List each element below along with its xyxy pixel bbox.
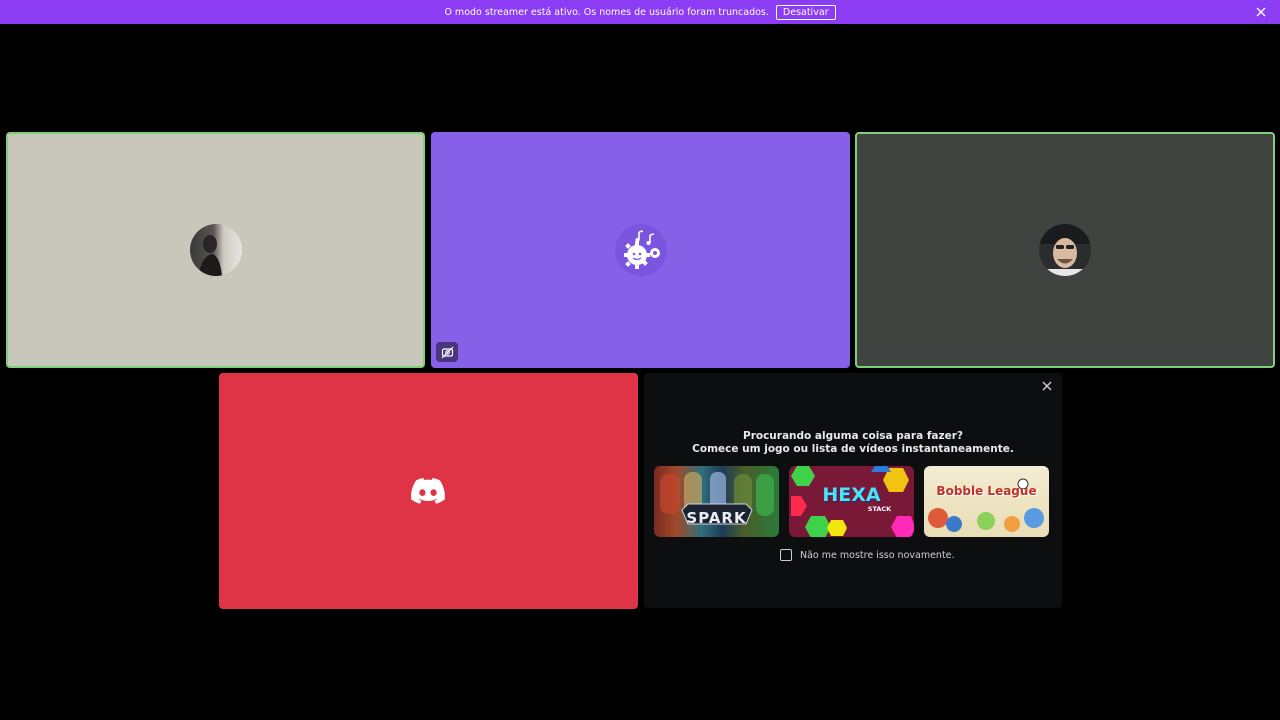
camera-off-icon (441, 346, 453, 358)
video-tile-user-1[interactable] (6, 132, 425, 368)
close-icon[interactable] (1254, 5, 1268, 19)
bobble-art (928, 478, 1044, 532)
close-icon[interactable] (1040, 379, 1054, 393)
video-tile-user-3[interactable] (219, 373, 638, 609)
video-tile-bot[interactable] (431, 132, 850, 368)
disable-streamer-mode-button[interactable]: Desativar (775, 4, 836, 20)
portrait-avatar (189, 224, 242, 276)
activity-title: Procurando alguma coisa para fazer? (743, 430, 963, 442)
music-bot-avatar (614, 224, 667, 276)
discord-logo-icon (411, 478, 445, 504)
camera-off-badge (436, 342, 458, 362)
streamer-mode-banner: O modo streamer está ativo. Os nomes de … (0, 0, 1280, 24)
video-tile-user-2[interactable] (855, 132, 1275, 368)
banner-message: O modo streamer está ativo. Os nomes de … (444, 6, 769, 18)
dont-show-again-checkbox[interactable] (780, 549, 792, 561)
selfie-avatar (1039, 224, 1091, 276)
activity-suggestion-panel: Procurando alguma coisa para fazer? Come… (644, 373, 1062, 608)
dont-show-again-label: Não me mostre isso novamente. (800, 549, 955, 561)
bobble-title: Bobble League (936, 484, 1037, 498)
hexa-subtitle: STACK (867, 505, 892, 513)
activity-card-hexa-stack[interactable]: HEXA STACK (789, 466, 914, 537)
dont-show-again-row[interactable]: Não me mostre isso novamente. (780, 549, 955, 561)
spark-title: SPARK (686, 509, 747, 527)
activity-subtitle: Comece um jogo ou lista de vídeos instan… (692, 443, 1014, 455)
activity-card-spark[interactable]: SPARK (654, 466, 779, 537)
hexa-title: HEXA (822, 484, 881, 506)
activity-card-bobble-league[interactable]: Bobble League (924, 466, 1049, 537)
